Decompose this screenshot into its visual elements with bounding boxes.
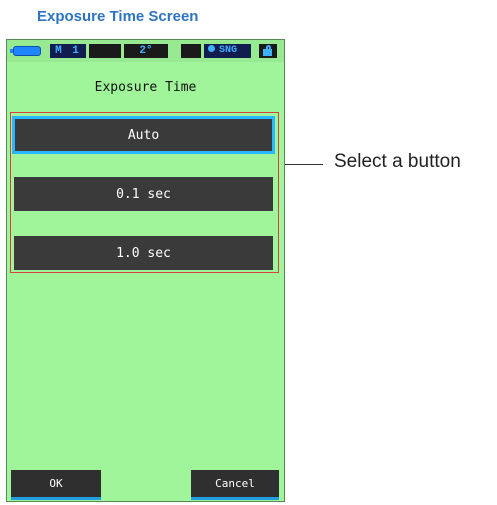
ok-button-label: OK [49, 477, 63, 490]
callout-leader-line [285, 164, 323, 165]
ok-button[interactable]: OK [11, 470, 101, 500]
lock-icon [259, 44, 277, 58]
cancel-button[interactable]: Cancel [191, 470, 279, 500]
mode-indicator: M 1 [50, 44, 86, 58]
cancel-button-label: Cancel [215, 477, 255, 490]
shot-mode-label: SNG [219, 45, 238, 56]
shot-mode-indicator: SNG [204, 44, 251, 58]
1-0-sec-button-label: 1.0 sec [116, 245, 171, 261]
status-blank-segment-2 [181, 44, 201, 58]
auto-button[interactable]: Auto [14, 118, 273, 152]
dot-icon [208, 45, 215, 52]
callout-text: Select a button [334, 151, 461, 172]
1-0-sec-button[interactable]: 1.0 sec [14, 236, 273, 270]
screen-title: Exposure Time [94, 80, 197, 95]
status-blank-segment [89, 44, 121, 58]
auto-button-label: Auto [127, 127, 160, 143]
0-1-sec-button-label: 0.1 sec [116, 186, 171, 202]
battery-icon [10, 47, 40, 55]
0-1-sec-button[interactable]: 0.1 sec [14, 177, 273, 211]
device-screen: M 1 2° SNG Exposure Time Auto 0.1 sec 1.… [6, 39, 285, 502]
status-bar: M 1 2° SNG [7, 40, 284, 62]
angle-indicator: 2° [124, 44, 168, 58]
page-caption: Exposure Time Screen [37, 8, 199, 25]
